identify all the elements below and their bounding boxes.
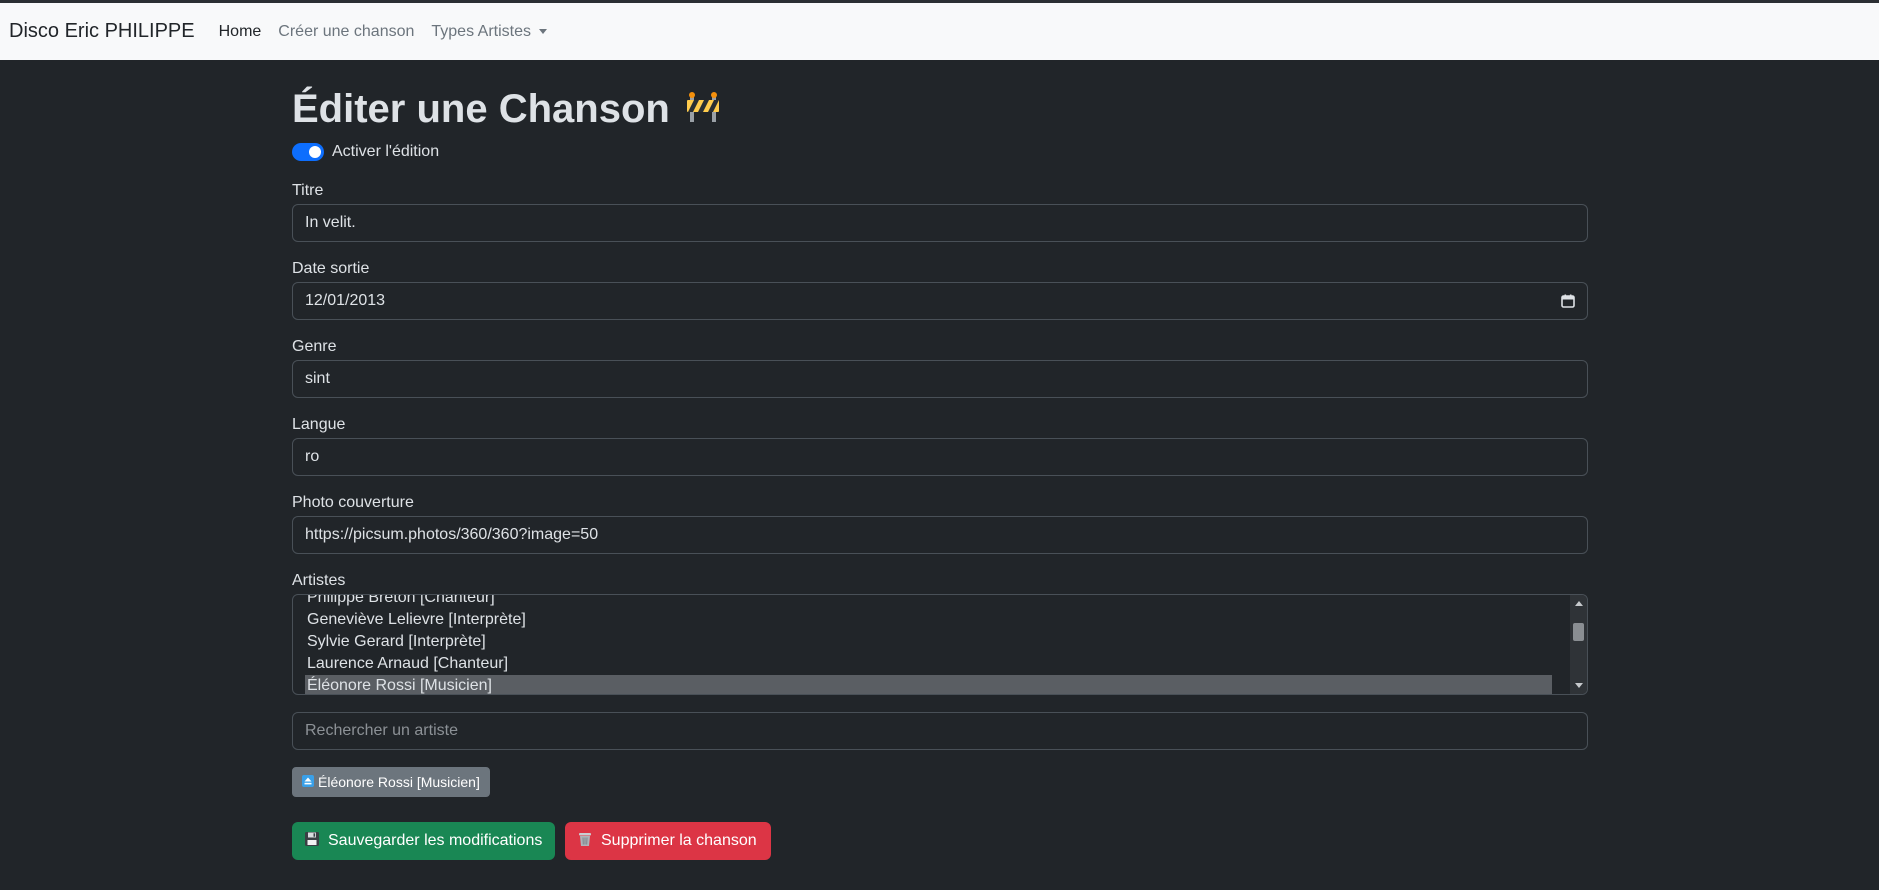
artistes-scrollbar[interactable] (1570, 595, 1587, 694)
chip-label: Éléonore Rossi [Musicien] (318, 774, 480, 790)
switch-knob (309, 146, 321, 158)
nav-dropdown-artist-types[interactable]: Types Artistes (431, 23, 547, 41)
artist-search-input[interactable]: Rechercher un artiste (292, 712, 1588, 750)
wastebasket-icon (577, 831, 593, 852)
artist-option[interactable]: Laurence Arnaud [Chanteur] (307, 653, 508, 675)
selected-artist-chip[interactable]: Éléonore Rossi [Musicien] (292, 767, 490, 797)
eject-icon[interactable] (302, 774, 314, 790)
nav-dropdown-label: Types Artistes (431, 22, 531, 40)
delete-button-label: Supprimer la chanson (601, 832, 757, 849)
scroll-up-icon[interactable] (1575, 601, 1583, 606)
calendar-icon[interactable] (1561, 294, 1575, 313)
save-button-label: Sauvegarder les modifications (328, 832, 543, 849)
delete-button[interactable]: Supprimer la chanson (565, 822, 771, 860)
navbar: Disco Eric PHILIPPE Home Créer une chans… (0, 3, 1879, 60)
artist-option[interactable]: Sylvie Gerard [Interprète] (307, 631, 486, 653)
artist-option[interactable]: Geneviève Lelievre [Interprète] (307, 609, 526, 631)
construction-barrier-icon (686, 90, 720, 129)
edit-toggle-switch[interactable] (292, 143, 324, 161)
langue-label: Langue (292, 416, 346, 433)
page-title: Éditer une Chanson (292, 86, 670, 131)
photo-label: Photo couverture (292, 494, 414, 511)
artist-option[interactable]: Philippe Breton [Chanteur] (307, 595, 495, 609)
artistes-label: Artistes (292, 572, 346, 589)
edit-toggle-row: Activer l'édition (292, 143, 439, 161)
artist-option-selected[interactable]: Éléonore Rossi [Musicien] (305, 675, 1552, 694)
date-label: Date sortie (292, 260, 370, 277)
caret-down-icon (538, 29, 547, 34)
genre-input[interactable]: sint (292, 360, 1588, 398)
genre-label: Genre (292, 338, 337, 355)
nav-link-home[interactable]: Home (219, 23, 262, 41)
scroll-thumb[interactable] (1573, 623, 1584, 641)
scroll-down-icon[interactable] (1575, 683, 1583, 688)
save-button[interactable]: Sauvegarder les modifications (292, 822, 555, 860)
title-row: Éditer une Chanson (292, 84, 720, 134)
floppy-disk-icon (304, 831, 320, 852)
titre-label: Titre (292, 182, 324, 199)
langue-input[interactable]: ro (292, 438, 1588, 476)
date-value: 12/01/2013 (305, 292, 386, 309)
navbar-brand[interactable]: Disco Eric PHILIPPE (9, 20, 195, 43)
nav-link-create-song[interactable]: Créer une chanson (278, 23, 414, 41)
artistes-select[interactable]: Philippe Breton [Chanteur] Geneviève Lel… (292, 594, 1588, 695)
photo-input[interactable]: https://picsum.photos/360/360?image=50 (292, 516, 1588, 554)
edit-toggle-label: Activer l'édition (332, 143, 440, 160)
titre-input[interactable]: In velit. (292, 204, 1588, 242)
date-input[interactable]: 12/01/2013 (292, 282, 1588, 320)
